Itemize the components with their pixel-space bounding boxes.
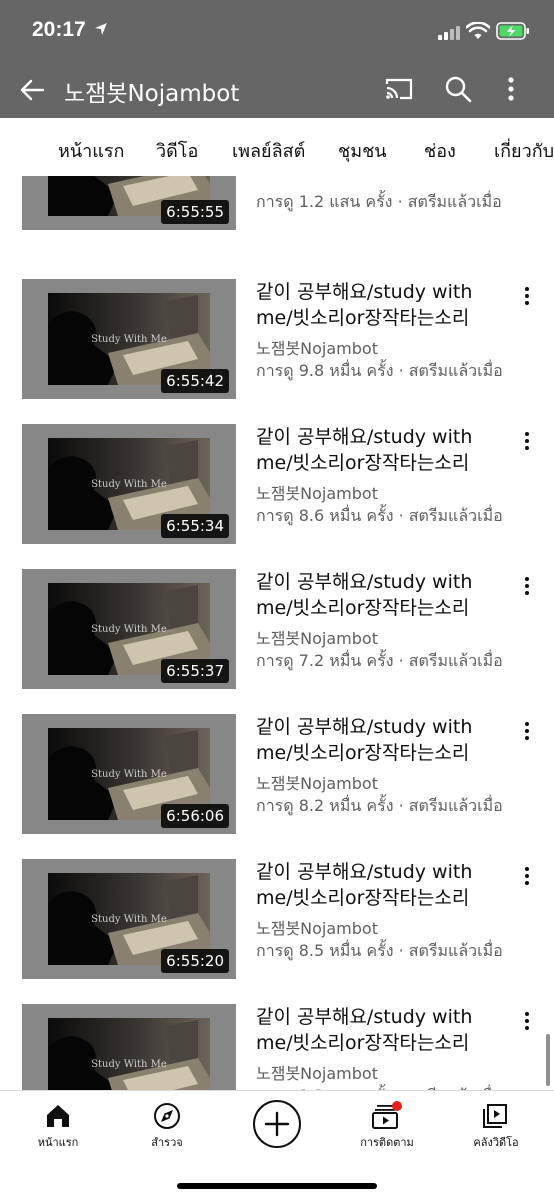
tab-about[interactable]: เกี่ยวกับ bbox=[494, 136, 554, 165]
nav-home-label: หน้าแรก bbox=[37, 1136, 79, 1149]
video-meta: การดู 8.5 หมื่น ครั้ง · สตรีมแล้วเมื่อ bbox=[256, 941, 503, 960]
more-vert-icon[interactable] bbox=[520, 720, 534, 742]
nav-library[interactable]: คลังวิดีโอ bbox=[441, 1091, 551, 1161]
video-item[interactable]: Study With Me 6:55:34 같이 공부해요/study with m… bbox=[0, 424, 554, 554]
wifi-icon bbox=[466, 22, 490, 39]
video-title[interactable]: 같이 공부해요/study with me/빗소리or장작타는소리 bbox=[256, 424, 506, 476]
channel-title: 노잼봇Nojambot bbox=[64, 81, 240, 107]
scrollbar[interactable] bbox=[546, 1034, 550, 1086]
more-vert-icon[interactable] bbox=[520, 430, 534, 452]
video-meta: การดู 8.6 หมื่น ครั้ง · สตรีมแล้วเมื่อ bbox=[256, 506, 503, 525]
thumbnail-caption: Study With Me bbox=[91, 1059, 167, 1070]
thumbnail-caption: Study With Me bbox=[91, 479, 167, 490]
duration-badge: 6:55:34 bbox=[161, 514, 229, 538]
video-thumbnail[interactable]: Study With Me 6:55:20 bbox=[22, 859, 236, 979]
video-meta: การดู 9.8 หมื่น ครั้ง · สตรีมแล้วเมื่อ bbox=[256, 361, 503, 380]
video-channel: 노잼봇Nojambot bbox=[256, 1064, 378, 1083]
channel-tabs: หน้าแรก วิดีโอ เพลย์ลิสต์ ชุมชน ช่อง เกี… bbox=[0, 118, 554, 176]
tab-home[interactable]: หน้าแรก bbox=[58, 136, 124, 165]
video-title[interactable]: 같이 공부해요/study with me/빗소리or장작타는소리 bbox=[256, 714, 506, 766]
video-thumbnail[interactable]: Study With Me6:56:52 bbox=[22, 1004, 236, 1090]
thumbnail-image: Study With Me bbox=[48, 1018, 210, 1090]
library-icon bbox=[483, 1104, 507, 1128]
study-scene-illustration bbox=[48, 1018, 210, 1090]
duration-badge: 6:55:42 bbox=[161, 369, 229, 393]
status-bar: 20:17 bbox=[0, 0, 554, 62]
video-channel: 노잼봇Nojambot bbox=[256, 919, 378, 938]
video-channel: 노잼봇Nojambot bbox=[256, 339, 378, 358]
video-item[interactable]: Study With Me 6:55:42 같이 공부해요/study with m… bbox=[0, 279, 554, 409]
duration-badge: 6:55:20 bbox=[161, 949, 229, 973]
more-vert-icon[interactable] bbox=[520, 865, 534, 887]
thumbnail-caption: Study With Me bbox=[91, 334, 167, 345]
video-channel: 노잼봇Nojambot bbox=[256, 774, 378, 793]
bottom-nav: หน้าแรก สำรวจ การติดตาม คลังวิดีโอ bbox=[0, 1090, 554, 1200]
duration-badge: 6:55:37 bbox=[161, 659, 229, 683]
header: 20:17 노잼봇Nojambot bbox=[0, 0, 554, 118]
video-meta: การดู 8.2 หมื่น ครั้ง · สตรีมแล้วเมื่อ bbox=[256, 796, 503, 815]
video-title[interactable]: 같이 공부해요/study with me/빗소리or장작타는소리 bbox=[256, 859, 506, 911]
nav-subscriptions[interactable]: การติดตาม bbox=[332, 1091, 442, 1161]
video-meta: การดู 1.2 แสน ครั้ง · สตรีมแล้วเมื่อ bbox=[256, 192, 502, 211]
thumbnail-caption: Study With Me bbox=[91, 769, 167, 780]
more-vert-icon[interactable] bbox=[505, 75, 517, 103]
home-indicator bbox=[177, 1183, 377, 1189]
cast-icon[interactable] bbox=[384, 76, 414, 102]
more-vert-icon[interactable] bbox=[520, 575, 534, 597]
thumbnail-caption: Study With Me bbox=[91, 914, 167, 925]
more-vert-icon[interactable] bbox=[520, 285, 534, 307]
compass-icon bbox=[154, 1103, 180, 1129]
video-item[interactable]: Study With Me6:56:52 같이 공부해요/study with m… bbox=[0, 1004, 554, 1090]
nav-subscriptions-label: การติดตาม bbox=[360, 1136, 414, 1149]
tab-community[interactable]: ชุมชน bbox=[338, 136, 387, 165]
video-channel: 노잼봇Nojambot bbox=[256, 484, 378, 503]
nav-explore[interactable]: สำรวจ bbox=[112, 1091, 222, 1161]
app-bar: 노잼봇Nojambot bbox=[0, 62, 554, 118]
nav-explore-label: สำรวจ bbox=[151, 1136, 183, 1149]
video-item[interactable]: Study With Me 6:56:06 같이 공부해요/study with m… bbox=[0, 714, 554, 844]
thumbnail-caption: Study With Me bbox=[91, 624, 167, 635]
more-vert-icon[interactable] bbox=[520, 1010, 534, 1032]
signal-icon bbox=[438, 26, 460, 40]
video-title[interactable]: 같이 공부해요/study with me/빗소리or장작타는소리 bbox=[256, 279, 506, 331]
video-thumbnail[interactable]: Study With Me 6:55:34 bbox=[22, 424, 236, 544]
location-arrow-icon bbox=[95, 23, 107, 35]
video-thumbnail[interactable]: Study With Me 6:55:42 bbox=[22, 279, 236, 399]
tab-videos[interactable]: วิดีโอ bbox=[156, 136, 198, 165]
duration-badge: 6:56:06 bbox=[161, 804, 229, 828]
video-list: 6:55:55 การดู 1.2 แสน ครั้ง · สตรีมแล้วเม… bbox=[0, 176, 554, 1090]
subscriptions-icon bbox=[372, 1101, 402, 1129]
video-item[interactable]: Study With Me 6:55:20 같이 공부해요/study with m… bbox=[0, 859, 554, 989]
tab-channels[interactable]: ช่อง bbox=[424, 136, 456, 165]
nav-library-label: คลังวิดีโอ bbox=[473, 1136, 519, 1149]
duration-badge: 6:55:55 bbox=[161, 200, 229, 224]
tab-playlists[interactable]: เพลย์ลิสต์ bbox=[232, 136, 305, 165]
plus-circle-icon bbox=[253, 1100, 301, 1148]
video-title[interactable]: 같이 공부해요/study with me/빗소리or장작타는소리 bbox=[256, 569, 506, 621]
video-meta: การดู 7.2 หมื่น ครั้ง · สตรีมแล้วเมื่อ bbox=[256, 651, 503, 670]
video-channel: 노잼봇Nojambot bbox=[256, 629, 378, 648]
video-item[interactable]: 6:55:55 การดู 1.2 แสน ครั้ง · สตรีมแล้วเม… bbox=[0, 176, 554, 240]
search-icon[interactable] bbox=[444, 75, 472, 103]
nav-create[interactable] bbox=[222, 1091, 332, 1161]
battery-icon bbox=[496, 22, 529, 40]
nav-home[interactable]: หน้าแรก bbox=[3, 1091, 113, 1161]
video-thumbnail[interactable]: Study With Me 6:55:37 bbox=[22, 569, 236, 689]
video-item[interactable]: Study With Me 6:55:37 같이 공부해요/study with m… bbox=[0, 569, 554, 699]
video-title[interactable]: 같이 공부해요/study with me/빗소리or장작타는소리 bbox=[256, 1004, 506, 1056]
video-thumbnail[interactable]: 6:55:55 bbox=[22, 176, 236, 230]
arrow-left-icon[interactable] bbox=[18, 76, 46, 104]
video-thumbnail[interactable]: Study With Me 6:56:06 bbox=[22, 714, 236, 834]
home-icon bbox=[47, 1105, 69, 1127]
status-time: 20:17 bbox=[32, 18, 86, 41]
